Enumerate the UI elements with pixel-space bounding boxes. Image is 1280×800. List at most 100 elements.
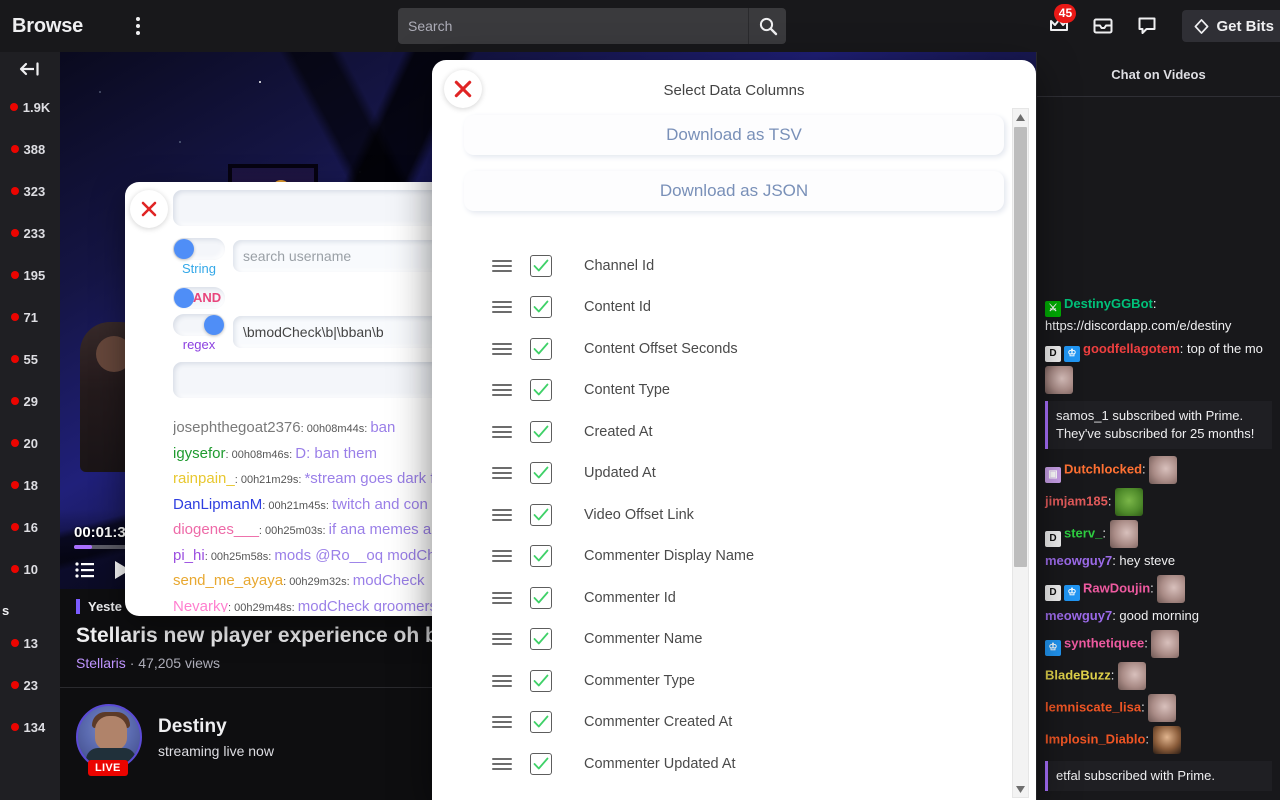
sidebar-viewer-count: 71 — [24, 310, 50, 325]
sidebar-channel-list-secondary: 1323134 — [0, 622, 60, 748]
chat-emote-dog — [1157, 575, 1185, 603]
drag-handle-icon[interactable] — [492, 758, 514, 770]
chat-username[interactable]: DestinyGGBot — [1064, 296, 1153, 311]
checkmark-icon — [533, 549, 549, 563]
filter-type-toggle-2[interactable] — [173, 314, 225, 336]
drag-handle-icon[interactable] — [492, 260, 514, 272]
chat-username[interactable]: lemniscate_lisa — [1045, 699, 1141, 714]
live-indicator-dot — [11, 481, 19, 489]
channel-name[interactable]: Destiny — [158, 716, 274, 738]
chat-message-text: top of the mo — [1187, 341, 1263, 356]
column-checkbox[interactable] — [530, 421, 552, 443]
sidebar-channel-item[interactable]: 388 — [0, 128, 60, 170]
drag-handle-icon[interactable] — [492, 426, 514, 438]
column-label: Content Type — [584, 382, 670, 398]
chat-username[interactable]: RawDoujin — [1083, 580, 1150, 595]
sidebar-channel-item[interactable]: 23 — [0, 664, 60, 706]
chat-username[interactable]: synthetiquee — [1064, 635, 1144, 650]
dgg-badge-icon: D — [1045, 531, 1061, 547]
chat-username[interactable]: meowguy7 — [1045, 553, 1112, 568]
avatar[interactable]: LIVE — [76, 704, 142, 770]
sidebar-channel-item[interactable]: 18 — [0, 464, 60, 506]
drag-handle-icon[interactable] — [492, 716, 514, 728]
column-checkbox[interactable] — [530, 628, 552, 650]
sidebar-channel-item[interactable]: 323 — [0, 170, 60, 212]
column-checkbox[interactable] — [530, 587, 552, 609]
column-checkbox[interactable] — [530, 545, 552, 567]
drag-handle-icon[interactable] — [492, 301, 514, 313]
sidebar-channel-item[interactable]: 195 — [0, 254, 60, 296]
sidebar-channel-item[interactable]: 16 — [0, 506, 60, 548]
column-checkbox[interactable] — [530, 255, 552, 277]
kebab-menu-icon[interactable] — [123, 11, 153, 41]
sidebar-channel-item[interactable]: 29 — [0, 380, 60, 422]
whispers-button[interactable] — [1134, 13, 1160, 39]
select-data-columns-modal: Select Data Columns Download as TSV Down… — [432, 60, 1036, 800]
filter-type-toggle-1[interactable] — [173, 238, 225, 260]
sidebar-channel-item[interactable]: 233 — [0, 212, 60, 254]
download-json-button[interactable]: Download as JSON — [464, 171, 1004, 211]
filter-type-toggle-2-wrap: regex — [173, 314, 225, 352]
drag-handle-icon[interactable] — [492, 467, 514, 479]
column-checkbox[interactable] — [530, 753, 552, 775]
sidebar-channel-item[interactable]: 10 — [0, 548, 60, 590]
sidebar-channel-item[interactable]: 55 — [0, 338, 60, 380]
sidebar-viewer-count: 16 — [24, 520, 50, 535]
column-checkbox[interactable] — [530, 338, 552, 360]
dgg-badge-icon: D — [1045, 585, 1061, 601]
drag-handle-icon[interactable] — [492, 675, 514, 687]
column-label: Commenter Name — [584, 631, 702, 647]
column-checkbox[interactable] — [530, 504, 552, 526]
video-category-link[interactable]: Stellaris — [76, 655, 126, 671]
drag-handle-icon[interactable] — [492, 550, 514, 562]
sidebar-channel-item[interactable]: 71 — [0, 296, 60, 338]
chat-username[interactable]: BladeBuzz — [1045, 667, 1111, 682]
chat-message: ♔synthetiquee: — [1045, 628, 1272, 660]
filter-operator-toggle[interactable]: AND — [173, 287, 225, 309]
chat-username[interactable]: meowguy7 — [1045, 608, 1112, 623]
sidebar-channel-item[interactable]: 20 — [0, 422, 60, 464]
column-checkbox[interactable] — [530, 670, 552, 692]
column-checkbox[interactable] — [530, 462, 552, 484]
nav-right-cluster: 45 Get Bits — [1046, 0, 1280, 52]
columns-modal-scrollbar[interactable] — [1012, 108, 1029, 798]
get-bits-button[interactable]: Get Bits — [1182, 10, 1280, 42]
chat-username[interactable]: Dutchlocked — [1064, 462, 1142, 477]
scroll-down-arrow-icon[interactable] — [1013, 781, 1028, 797]
sidebar-channel-item[interactable]: 1.9K — [0, 86, 60, 128]
close-search-modal-button[interactable] — [130, 190, 168, 228]
chat-username[interactable]: jimjam185 — [1045, 494, 1108, 509]
chat-username[interactable]: goodfellagotem — [1083, 341, 1180, 356]
result-message: modCheck groomers — [298, 598, 437, 613]
download-tsv-button[interactable]: Download as TSV — [464, 115, 1004, 155]
scrollbar-thumb[interactable] — [1014, 127, 1027, 567]
chat-username[interactable]: Implosin_Diablo — [1045, 731, 1145, 746]
sub-badge-icon: ♔ — [1064, 585, 1080, 601]
close-columns-modal-button[interactable] — [444, 70, 482, 108]
sidebar-viewer-count: 323 — [24, 184, 50, 199]
playlist-button[interactable] — [74, 561, 96, 579]
drag-handle-icon[interactable] — [492, 343, 514, 355]
sidebar-channel-item[interactable]: 134 — [0, 706, 60, 748]
search-submit-button[interactable] — [748, 8, 786, 44]
inbox-button[interactable] — [1090, 13, 1116, 39]
sidebar-channel-item[interactable]: 13 — [0, 622, 60, 664]
drag-handle-icon[interactable] — [492, 592, 514, 604]
live-indicator-dot — [11, 439, 19, 447]
column-checkbox[interactable] — [530, 711, 552, 733]
prime-loot-button[interactable]: 45 — [1046, 13, 1072, 39]
collapse-sidebar-button[interactable] — [0, 52, 60, 86]
scroll-up-arrow-icon[interactable] — [1013, 109, 1028, 125]
search-input[interactable] — [398, 8, 748, 44]
sub-badge-icon: ♔ — [1045, 640, 1061, 656]
browse-nav-link[interactable]: Browse — [12, 15, 83, 38]
result-username: DanLipmanM — [173, 496, 262, 513]
column-checkbox[interactable] — [530, 379, 552, 401]
chat-sidebar: Chat on Videos ⚔DestinyGGBot: https://di… — [1036, 52, 1280, 800]
chat-message-list[interactable]: ⚔DestinyGGBot: https://discordapp.com/e/… — [1037, 97, 1280, 800]
chat-username[interactable]: sterv_ — [1064, 526, 1102, 541]
drag-handle-icon[interactable] — [492, 509, 514, 521]
drag-handle-icon[interactable] — [492, 384, 514, 396]
column-checkbox[interactable] — [530, 296, 552, 318]
drag-handle-icon[interactable] — [492, 633, 514, 645]
